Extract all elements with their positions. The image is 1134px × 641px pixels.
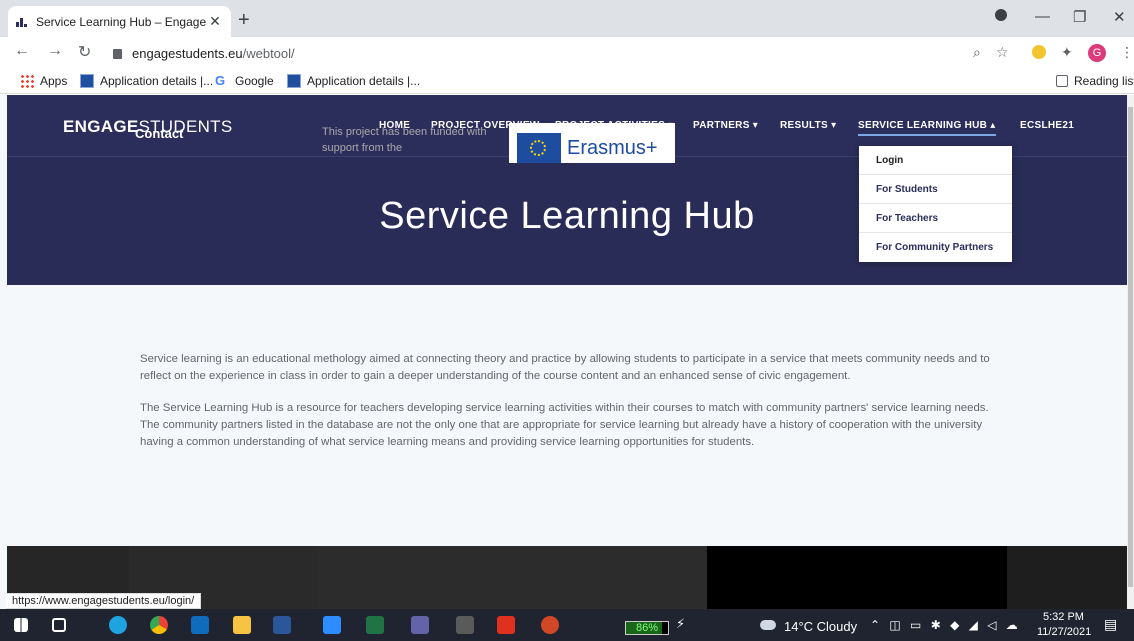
profile-avatar[interactable]: G xyxy=(1088,44,1106,62)
intro-paragraph-2: The Service Learning Hub is a resource f… xyxy=(140,402,989,448)
address-bar-row: ← → ↻ engagestudents.eu/webtool/ ⌕ ☆ ✦ ⋮ xyxy=(0,37,1134,68)
word-icon[interactable] xyxy=(273,616,291,634)
restore-icon[interactable]: ❐ xyxy=(1073,8,1086,26)
cloud-icon xyxy=(760,620,776,630)
back-icon[interactable]: ← xyxy=(14,42,30,60)
bookmark-application-details-2[interactable]: Application details |... xyxy=(287,74,420,88)
outlook-icon[interactable] xyxy=(191,616,209,634)
checklist-app-icon[interactable] xyxy=(456,616,474,634)
nav-partners[interactable]: PARTNERS ▾ xyxy=(693,120,758,131)
dropdown-login[interactable]: Login xyxy=(859,146,1012,175)
clock-date[interactable]: 11/27/2021 xyxy=(1037,626,1091,638)
teams-icon[interactable] xyxy=(411,616,429,634)
web-page: ENGAGESTUDENTS HOME PROJECT OVERVIEW PRO… xyxy=(0,95,1134,609)
reading-list-icon xyxy=(1056,75,1068,87)
url-field[interactable]: engagestudents.eu/webtool/ xyxy=(113,42,1023,64)
intro-paragraph-1: Service learning is an educational metho… xyxy=(140,353,990,382)
forward-icon[interactable]: → xyxy=(47,42,63,60)
service-learning-hub-dropdown: Login For Students For Teachers For Comm… xyxy=(859,146,1012,262)
zoom-icon[interactable]: ⌕ xyxy=(973,44,981,61)
nav-service-learning-hub[interactable]: SERVICE LEARNING HUB ▴ xyxy=(858,120,996,136)
browser-tab[interactable]: Service Learning Hub – EngageSt ✕ xyxy=(8,6,231,37)
bookmark-google[interactable]: G Google xyxy=(215,73,274,89)
close-window-icon[interactable]: ✕ xyxy=(1113,8,1126,26)
footer-contact-heading: Contact xyxy=(135,126,184,141)
page-scrollbar-thumb[interactable] xyxy=(1128,107,1133,587)
extensions-puzzle-icon[interactable]: ✦ xyxy=(1061,44,1073,61)
erasmus-logo[interactable]: Erasmus+ xyxy=(509,123,675,163)
windows-start-icon[interactable] xyxy=(14,618,28,632)
new-tab-button[interactable]: + xyxy=(238,9,250,32)
bookmarks-bar: Apps Application details |... G Google Ap… xyxy=(0,68,1134,94)
apps-grid-icon xyxy=(20,74,34,88)
system-tray-icons[interactable]: ⌃ ◫ ▭ ✱ ◆ ◢ ◁ ☁ xyxy=(870,618,1021,632)
zoom-app-icon[interactable] xyxy=(323,616,341,634)
google-icon: G xyxy=(215,73,226,88)
bookmark-application-details-1[interactable]: Application details |... xyxy=(80,74,213,88)
eu-favicon-icon xyxy=(80,74,94,88)
battery-indicator[interactable]: 86% xyxy=(625,621,669,635)
notification-icon[interactable]: ▤ xyxy=(1104,616,1117,633)
main-content: Service learning is an educational metho… xyxy=(7,285,1127,546)
extension-icon[interactable] xyxy=(1032,45,1046,59)
weather-text[interactable]: 14°C Cloudy xyxy=(784,619,857,634)
eu-favicon-icon xyxy=(287,74,301,88)
excel-icon[interactable] xyxy=(366,616,384,634)
bookmark-apps[interactable]: Apps xyxy=(20,74,67,88)
nav-ecslhe21[interactable]: ECSLHE21 xyxy=(1020,120,1074,131)
acrobat-icon[interactable] xyxy=(497,616,515,634)
browser-tab-bar: Service Learning Hub – EngageSt ✕ + — ❐ … xyxy=(0,0,1134,37)
edge-icon[interactable] xyxy=(109,616,127,634)
reading-list[interactable]: Reading list xyxy=(1056,74,1134,88)
plug-icon: ⚡ xyxy=(676,616,686,631)
tab-title: Service Learning Hub – EngageSt xyxy=(36,14,207,29)
url-path: /webtool/ xyxy=(242,45,295,61)
site-favicon-icon xyxy=(16,16,28,28)
file-explorer-icon[interactable] xyxy=(233,616,251,634)
dropdown-for-students[interactable]: For Students xyxy=(859,175,1012,204)
clock-time[interactable]: 5:32 PM xyxy=(1043,611,1084,623)
minimize-icon[interactable]: — xyxy=(1035,8,1050,25)
url-host: engagestudents.eu xyxy=(132,45,243,61)
bookmark-star-icon[interactable]: ☆ xyxy=(996,44,1009,61)
status-bar-link-preview: https://www.engagestudents.eu/login/ xyxy=(6,593,202,609)
chrome-icon[interactable] xyxy=(150,616,168,634)
nav-results[interactable]: RESULTS ▾ xyxy=(780,120,836,131)
menu-kebab-icon[interactable]: ⋮ xyxy=(1120,44,1134,61)
dropdown-for-community-partners[interactable]: For Community Partners xyxy=(859,233,1012,262)
tab-close-icon[interactable]: ✕ xyxy=(207,13,223,30)
lock-icon xyxy=(113,49,122,59)
powerpoint-icon[interactable] xyxy=(541,616,559,634)
dropdown-for-teachers[interactable]: For Teachers xyxy=(859,204,1012,233)
eu-flag-icon xyxy=(517,133,561,163)
windows-taskbar: 86% ⚡ 14°C Cloudy ⌃ ◫ ▭ ✱ ◆ ◢ ◁ ☁ 5:32 P… xyxy=(0,609,1134,641)
chrome-profile-icon[interactable] xyxy=(995,9,1007,21)
task-view-icon[interactable] xyxy=(52,618,66,632)
reload-icon[interactable]: ↻ xyxy=(78,42,91,62)
footer-funding-text: This project has been funded with suppor… xyxy=(322,126,487,154)
